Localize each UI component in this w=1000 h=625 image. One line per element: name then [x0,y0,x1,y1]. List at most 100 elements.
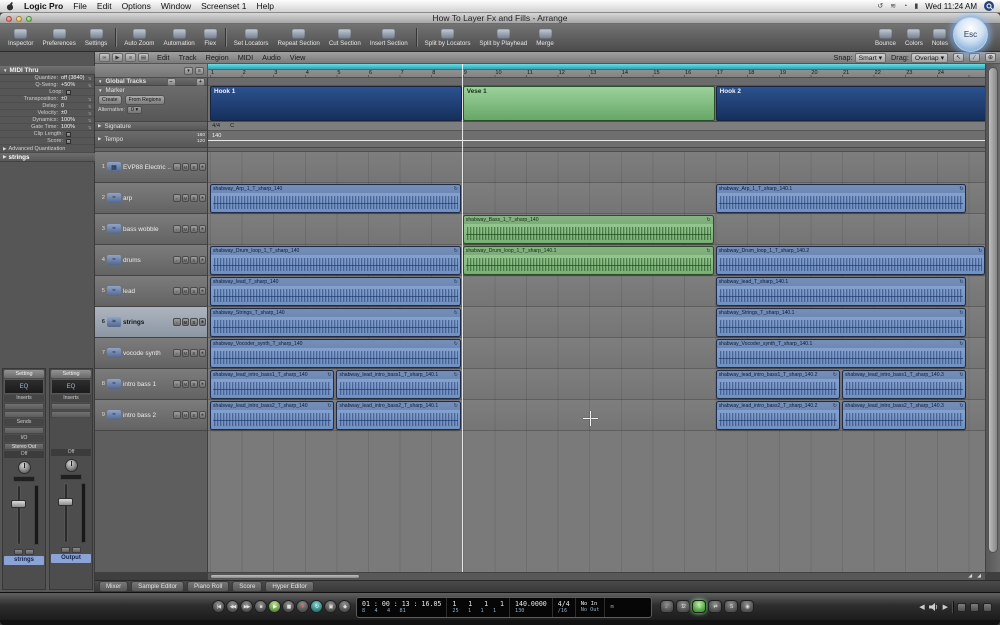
strip-name[interactable]: Output [51,554,91,563]
region-shabway-lead-intro-bass1-t-sharp-140-2[interactable]: shabway_lead_intro_bass1_T_sharp_140.2↻ [716,370,840,399]
toolbar-settings-button[interactable]: Settings [81,26,111,49]
lcd-mode-section[interactable]: m [605,598,618,617]
inspector-param-quantize[interactable]: Quantize:off (3840)⇅ [0,75,95,82]
track-solo-button[interactable]: S [190,380,198,388]
arrange-menu-edit[interactable]: Edit [157,53,170,62]
advanced-quantization-row[interactable]: ▶Advanced Quantization [0,145,95,153]
toolbar-bounce-button[interactable]: Bounce [871,26,900,49]
marker-title-row[interactable]: ▼Marker [98,87,205,94]
bar-ruler[interactable]: 123456789101112131415161718192021222324 [208,64,985,78]
inspector-param-dynamics[interactable]: Dynamics:100%⇅ [0,117,95,124]
mute-button[interactable] [61,547,70,553]
zoom-vertical-slider[interactable]: ◢ [977,573,981,579]
track-freeze-button[interactable]: ∗ [199,349,207,357]
pointer-tool-button[interactable]: ↖ [953,53,964,62]
dynamics-slot[interactable]: Off [51,449,91,456]
menu-logic-pro[interactable]: Logic Pro [24,1,63,11]
region-shabway-drum-loop-1-t-sharp-140[interactable]: shabway_Drum_loop_1_T_sharp_140↻ [210,246,461,275]
transport-master-button[interactable]: ◉ [740,600,754,613]
region-shabway-lead-intro-bass2-t-sharp-140-1[interactable]: shabway_lead_intro_bass2_T_sharp_140.1↻ [336,401,460,430]
link-icon[interactable]: ∞ [99,53,110,62]
global-tracks-header[interactable]: ▼Global Tracks − + [95,78,208,86]
menu-file[interactable]: File [73,1,87,11]
tab-hyper-editor[interactable]: Hyper Editor [265,581,313,592]
track-mute-button[interactable]: M [182,349,190,357]
strip-name[interactable]: strings [4,556,44,565]
toolbar-preferences-button[interactable]: Preferences [38,26,79,49]
track-mute-button[interactable]: M [182,287,190,295]
catch-playhead-icon[interactable]: ▶ [112,53,123,62]
track-solo-button[interactable]: S [190,194,198,202]
spotlight-icon[interactable] [984,1,994,11]
inspector-param-delay[interactable]: Delay:0⇅ [0,103,95,110]
master-volume-up-button[interactable]: ▶ [943,603,948,611]
toolbar-split-by-locators-button[interactable]: Split by Locators [421,26,475,49]
region-shabway-bass-1-t-sharp-140[interactable]: shabway_Bass_1_T_sharp_140↻ [463,215,714,244]
region-shabway-drum-loop-1-t-sharp-140-1[interactable]: shabway_Drum_loop_1_T_sharp_140.1↻ [463,246,714,275]
arrange-canvas[interactable]: Hook 1Vese 1Hook 2 4/4 C 140 shabway_Arp… [208,78,985,572]
track-freeze-button[interactable]: ∗ [199,411,207,419]
region-shabway-lead-t-sharp-140-1[interactable]: shabway_lead_T_sharp_140.1↻ [716,277,967,306]
toolbar-insert-section-button[interactable]: Insert Section [366,26,412,49]
apple-logo-icon[interactable] [6,2,14,11]
track-record-enable-button[interactable]: ◦ [173,380,181,388]
zoom-tool-button[interactable]: ⊕ [985,53,996,62]
inspector-param-loop[interactable]: Loop: [0,89,95,96]
arrange-menu-region[interactable]: Region [206,53,229,62]
track-solo-button[interactable]: S [190,349,198,357]
arrange-menu-midi[interactable]: MIDI [238,53,253,62]
track-header-strings[interactable]: 6≈strings◦MS∗ [95,307,208,338]
tab-piano-roll[interactable]: Piano Roll [187,581,229,592]
inspector-track-row[interactable]: ▶strings [0,153,95,162]
cycle-region[interactable] [208,64,985,70]
transport-count-in-button[interactable]: 12 [676,600,690,613]
toolbar-flex-button[interactable]: Flex [200,26,221,49]
pan-knob[interactable] [65,459,78,472]
hierarchy-icon[interactable]: ▤ [138,53,149,62]
lcd-position-section[interactable]: 1 1 1 1 25 1 1 1 [447,598,510,617]
eq-display[interactable]: EQ [4,379,44,394]
track-mute-button[interactable]: M [182,225,190,233]
region-shabway-arp-1-t-sharp-140-1[interactable]: shabway_Arp_1_T_sharp_140.1↻ [716,184,967,213]
region-shabway-strings-t-sharp-140-1[interactable]: shabway_Strings_T_sharp_140.1↻ [716,308,967,337]
track-record-enable-button[interactable]: ◦ [173,256,181,264]
lcd-time-section[interactable]: 01 : 00 : 13 : 16.05 8 4 4 81 [357,598,447,617]
inspector-param-q-swing[interactable]: Q-Swing:+50%⇅ [0,82,95,89]
volume-fader[interactable] [11,500,26,508]
track-solo-button[interactable]: S [190,256,198,264]
region-shabway-lead-intro-bass1-t-sharp-140-1[interactable]: shabway_lead_intro_bass1_T_sharp_140.1↻ [336,370,460,399]
from-regions-button[interactable]: From Regions [125,95,166,105]
toolbar-inspector-button[interactable]: Inspector [4,26,37,49]
menu-screenset-1[interactable]: Screenset 1 [201,1,246,11]
track-record-enable-button[interactable]: ◦ [173,163,181,171]
transport-forward-button[interactable]: ▶▶ [240,600,253,613]
menu-window[interactable]: Window [161,1,191,11]
track-record-enable-button[interactable]: ◦ [173,225,181,233]
toolbar-set-locators-button[interactable]: Set Locators [230,26,273,49]
region-shabway-lead-t-sharp-140[interactable]: shabway_lead_T_sharp_140↻ [210,277,461,306]
track-solo-button[interactable]: S [190,318,198,326]
lcd-tempo-section[interactable]: 140.0000 130 [510,598,553,617]
track-header-lead[interactable]: 5≈lead◦MS∗ [95,276,208,307]
alternative-dropdown[interactable]: 0 ▾ [127,106,142,114]
lcd-midi-section[interactable]: No In No Out [576,598,606,617]
region-shabway-drum-loop-1-t-sharp-140-2[interactable]: shabway_Drum_loop_1_T_sharp_140.2↻ [716,246,985,275]
horizontal-scrollbar[interactable] [208,572,985,580]
track-solo-button[interactable]: S [190,163,198,171]
global-tracks-corner-button[interactable]: ▾ [184,67,193,75]
transport-extra-button-3[interactable] [983,603,992,612]
insert-slot[interactable] [4,411,44,418]
track-header-drums[interactable]: 4≈drums◦MS∗ [95,245,208,276]
transport-lcd[interactable]: 01 : 00 : 13 : 16.05 8 4 4 81 1 1 1 1 25… [356,597,652,618]
track-mute-button[interactable]: M [182,411,190,419]
region-shabway-lead-intro-bass2-t-sharp-140-3[interactable]: shabway_lead_intro_bass2_T_sharp_140.3↻ [842,401,966,430]
transport-cycle-button[interactable]: ↻ [310,600,323,613]
menu-clock[interactable]: Wed 11:24 AM [925,2,977,11]
transport-stop-button[interactable]: ■ [254,600,267,613]
time-machine-icon[interactable]: ↺ [877,2,883,10]
arrange-menu-track[interactable]: Track [179,53,197,62]
track-freeze-button[interactable]: ∗ [199,318,207,326]
inspector-param-score[interactable]: Score: [0,138,95,145]
track-freeze-button[interactable]: ∗ [199,163,207,171]
toolbar-auto-zoom-button[interactable]: Auto Zoom [120,26,158,49]
